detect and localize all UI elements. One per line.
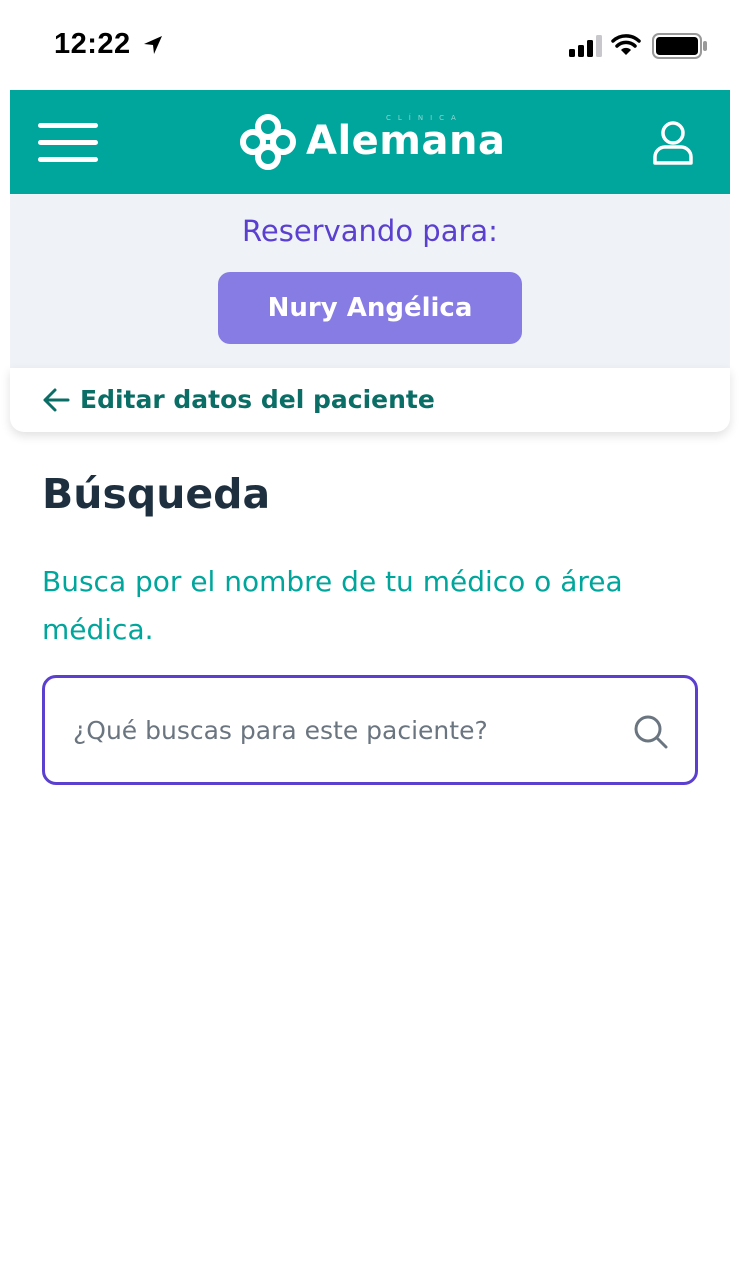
brand-name: Alemana [306, 118, 506, 164]
location-arrow-icon [144, 36, 162, 54]
search-box [42, 675, 698, 785]
brand-logo: CLÍNICA Alemana [238, 108, 508, 174]
app-header: CLÍNICA Alemana [10, 90, 730, 194]
battery-icon [652, 33, 707, 59]
alemana-logo-icon [240, 114, 296, 170]
menu-button[interactable] [38, 123, 98, 163]
patient-selector-button[interactable]: Nury Angélica [218, 272, 522, 344]
search-instructions: Busca por el nombre de tu médico o área … [42, 565, 623, 646]
page-title: Búsqueda [42, 470, 271, 518]
arrow-left-icon [43, 388, 70, 412]
signal-icon [569, 35, 602, 57]
wifi-icon [611, 34, 641, 55]
search-icon[interactable] [633, 714, 669, 750]
menu-icon [38, 123, 98, 128]
status-time: 12:22 [54, 28, 131, 60]
edit-patient-label: Editar datos del paciente [80, 385, 435, 414]
search-input[interactable] [73, 706, 613, 754]
reserving-panel: Reservando para: Nury Angélica [10, 194, 730, 368]
status-bar: 12:22 [0, 0, 740, 90]
app-screen: 12:22 CLÍNICA Alemana Reservando para: N… [0, 0, 740, 1280]
reserving-label: Reservando para: [242, 214, 498, 248]
edit-patient-link[interactable]: Editar datos del paciente [10, 368, 730, 432]
user-icon[interactable] [650, 120, 696, 166]
